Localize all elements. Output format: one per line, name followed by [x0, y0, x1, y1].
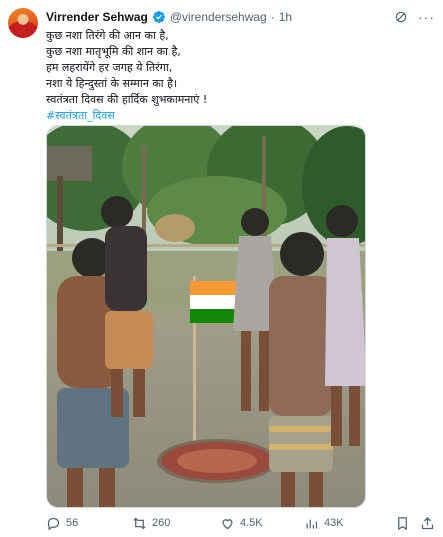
heart-icon [220, 516, 235, 531]
tweet-actions: 56 260 4.5K 43K [46, 514, 434, 532]
bookmark-button[interactable] [395, 516, 410, 531]
share-icon [420, 516, 435, 531]
bookmark-icon [395, 516, 410, 531]
like-button[interactable]: 4.5K [220, 516, 263, 531]
reply-count: 56 [66, 517, 79, 529]
tweet-line: कुछ नशा तिरंगे की आन का है, [46, 29, 169, 42]
verified-badge-icon [152, 10, 166, 24]
tweet[interactable]: Virrender Sehwag @virendersehwag · 1h ··… [0, 0, 443, 537]
more-icon[interactable]: ··· [418, 10, 435, 24]
retweet-button[interactable]: 260 [132, 516, 170, 531]
retweet-count: 260 [152, 517, 171, 529]
tweet-line: स्वतंत्रता दिवस की हार्दिक शुभकामनाएं ! [46, 93, 208, 106]
tweet-line: हम लहरायेंगे हर जगह ये तिरंगा, [46, 61, 173, 74]
tweet-line: कुछ नशा मातृभूमि की शान का है, [46, 45, 181, 58]
tweet-photo[interactable] [46, 125, 366, 508]
like-count: 4.5K [240, 517, 263, 529]
views-count: 43K [324, 517, 344, 529]
reply-icon [46, 516, 61, 531]
avatar[interactable] [8, 8, 38, 38]
tweet-header: Virrender Sehwag @virendersehwag · 1h ··… [46, 8, 435, 26]
author-handle[interactable]: @virendersehwag [170, 10, 267, 24]
tweet-time[interactable]: 1h [279, 10, 292, 24]
tweet-line: नशा ये हिन्दुस्तां के सम्मान का है। [46, 77, 178, 90]
reply-button[interactable]: 56 [46, 516, 78, 531]
separator-dot: · [270, 10, 275, 24]
share-button[interactable] [420, 516, 435, 531]
tweet-text: कुछ नशा तिरंगे की आन का है, कुछ नशा मातृ… [46, 28, 426, 124]
views-icon [304, 516, 319, 531]
grok-icon[interactable] [394, 10, 408, 24]
hashtag-link[interactable]: #स्वतंत्रता_दिवस [46, 108, 426, 124]
display-name[interactable]: Virrender Sehwag [46, 10, 148, 24]
views-button[interactable]: 43K [304, 516, 344, 531]
retweet-icon [132, 516, 147, 531]
